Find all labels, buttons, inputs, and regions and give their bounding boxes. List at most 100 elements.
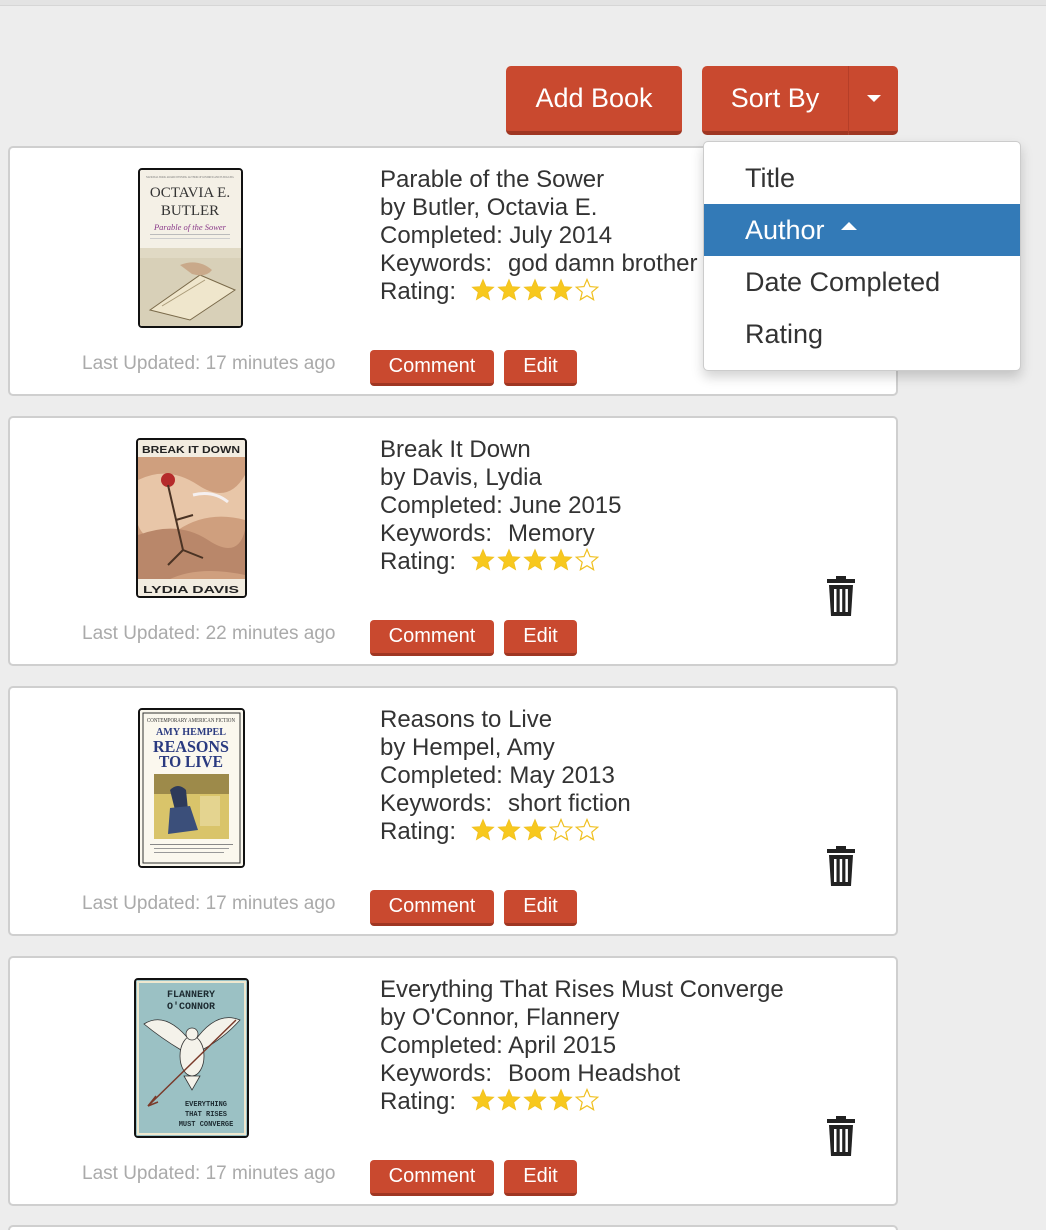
- book-completed: Completed: June 2015: [380, 492, 622, 519]
- cover-text: OCTAVIA E.: [150, 185, 230, 201]
- book-info: Everything That Rises Must Converge by O…: [380, 976, 784, 1116]
- book-cover-image: FLANNERY O'CONNOR EVERYTHING THAT RISES …: [134, 978, 249, 1138]
- add-book-button[interactable]: Add Book: [506, 66, 682, 135]
- rating-stars: [470, 278, 600, 302]
- rating-label: Rating:: [380, 548, 457, 575]
- rating-stars: [470, 548, 600, 572]
- sort-option-date-completed[interactable]: Date Completed: [704, 256, 1020, 308]
- edit-button[interactable]: Edit: [504, 620, 577, 656]
- book-keywords: Keywords: Memory: [380, 520, 622, 548]
- comment-button[interactable]: Comment: [370, 620, 494, 656]
- sort-option-label: Date Completed: [745, 266, 941, 297]
- top-bar: [0, 0, 1046, 6]
- cover-text: FLANNERY: [167, 990, 215, 1001]
- star-empty-icon[interactable]: [548, 818, 574, 842]
- last-updated: Last Updated: 17 minutes ago: [82, 893, 336, 914]
- star-filled-icon[interactable]: [548, 1088, 574, 1112]
- comment-button[interactable]: Comment: [370, 350, 494, 386]
- cover-text: MUST CONVERGE: [179, 1121, 234, 1129]
- star-empty-icon[interactable]: [574, 818, 600, 842]
- rating-stars: [470, 1088, 600, 1112]
- trash-icon[interactable]: [826, 576, 856, 616]
- star-filled-icon[interactable]: [548, 278, 574, 302]
- book-author: by Davis, Lydia: [380, 464, 542, 491]
- star-filled-icon[interactable]: [522, 818, 548, 842]
- book-title: Parable of the Sower: [380, 166, 605, 193]
- sort-menu: Title Author Date Completed Rating: [703, 141, 1021, 371]
- keywords-label: Keywords:: [380, 790, 493, 817]
- book-info: Reasons to Live by Hempel, Amy Completed…: [380, 706, 631, 846]
- cover-text: EVERYTHING: [185, 1101, 227, 1109]
- book-rating: Rating:: [380, 818, 631, 846]
- book-cover-image: NATIONAL BOOK AWARD WINNING AUTHOR OF KI…: [138, 168, 243, 328]
- sort-by-button[interactable]: Sort By: [702, 66, 848, 135]
- comment-button[interactable]: Comment: [370, 890, 494, 926]
- sort-dropdown-toggle[interactable]: [848, 66, 898, 135]
- book-completed: Completed: April 2015: [380, 1032, 617, 1059]
- trash-icon[interactable]: [826, 1116, 856, 1156]
- star-filled-icon[interactable]: [470, 1088, 496, 1112]
- sort-option-rating[interactable]: Rating: [704, 308, 1020, 360]
- keywords-value: Boom Headshot: [508, 1060, 681, 1087]
- sort-option-title[interactable]: Title: [704, 152, 1020, 204]
- book-completed: Completed: July 2014: [380, 222, 613, 249]
- cover-text: BUTLER: [161, 203, 219, 219]
- rating-label: Rating:: [380, 1088, 457, 1115]
- last-updated: Last Updated: 17 minutes ago: [82, 1163, 336, 1184]
- star-filled-icon[interactable]: [522, 548, 548, 572]
- star-filled-icon[interactable]: [522, 278, 548, 302]
- book-title: Break It Down: [380, 436, 531, 463]
- star-filled-icon[interactable]: [548, 548, 574, 572]
- sort-ascending-icon: [840, 222, 857, 230]
- cover-text: O'CONNOR: [167, 1001, 215, 1013]
- book-author: by Hempel, Amy: [380, 734, 555, 761]
- star-empty-icon[interactable]: [574, 1088, 600, 1112]
- keywords-value: Memory: [508, 520, 595, 547]
- book-rating: Rating:: [380, 548, 622, 576]
- star-filled-icon[interactable]: [496, 548, 522, 572]
- sort-option-label: Title: [745, 162, 796, 193]
- book-author: by O'Connor, Flannery: [380, 1004, 620, 1031]
- cover-text: TO LIVE: [159, 752, 223, 771]
- sort-option-label: Rating: [745, 318, 824, 349]
- edit-button[interactable]: Edit: [504, 890, 577, 926]
- book-author: by Butler, Octavia E.: [380, 194, 598, 221]
- star-filled-icon[interactable]: [496, 818, 522, 842]
- book-completed: Completed: May 2013: [380, 762, 615, 789]
- star-empty-icon[interactable]: [574, 548, 600, 572]
- trash-icon[interactable]: [826, 846, 856, 886]
- keywords-label: Keywords:: [380, 1060, 493, 1087]
- last-updated: Last Updated: 22 minutes ago: [82, 623, 336, 644]
- star-filled-icon[interactable]: [496, 1088, 522, 1112]
- comment-button[interactable]: Comment: [370, 1160, 494, 1196]
- book-title: Reasons to Live: [380, 706, 553, 733]
- book-card: BREAK IT DOWN LYDIA DAVIS Break It Down …: [8, 416, 898, 666]
- cover-text: THAT RISES: [185, 1111, 227, 1119]
- book-keywords: Keywords: Boom Headshot: [380, 1060, 784, 1088]
- keywords-label: Keywords:: [380, 520, 493, 547]
- book-keywords: Keywords: short fiction: [380, 790, 631, 818]
- book-rating: Rating:: [380, 1088, 784, 1116]
- book-info: Parable of the Sower by Butler, Octavia …: [380, 166, 698, 306]
- keywords-value: god damn brother: [508, 250, 698, 277]
- star-filled-icon[interactable]: [470, 548, 496, 572]
- book-card-partial: [8, 1225, 898, 1230]
- star-empty-icon[interactable]: [574, 278, 600, 302]
- cover-text: Parable of the Sower: [153, 222, 227, 232]
- rating-label: Rating:: [380, 818, 457, 845]
- book-card: CONTEMPORARY AMERICAN FICTION AMY HEMPEL…: [8, 686, 898, 936]
- star-filled-icon[interactable]: [496, 278, 522, 302]
- star-filled-icon[interactable]: [470, 278, 496, 302]
- keywords-value: short fiction: [508, 790, 631, 817]
- book-info: Break It Down by Davis, Lydia Completed:…: [380, 436, 622, 576]
- chevron-down-icon: [866, 95, 881, 102]
- edit-button[interactable]: Edit: [504, 350, 577, 386]
- star-filled-icon[interactable]: [522, 1088, 548, 1112]
- cover-text: LYDIA DAVIS: [143, 584, 239, 596]
- book-cover-image: CONTEMPORARY AMERICAN FICTION AMY HEMPEL…: [138, 708, 245, 868]
- star-filled-icon[interactable]: [470, 818, 496, 842]
- keywords-label: Keywords:: [380, 250, 493, 277]
- rating-label: Rating:: [380, 278, 457, 305]
- edit-button[interactable]: Edit: [504, 1160, 577, 1196]
- sort-option-author[interactable]: Author: [704, 204, 1020, 256]
